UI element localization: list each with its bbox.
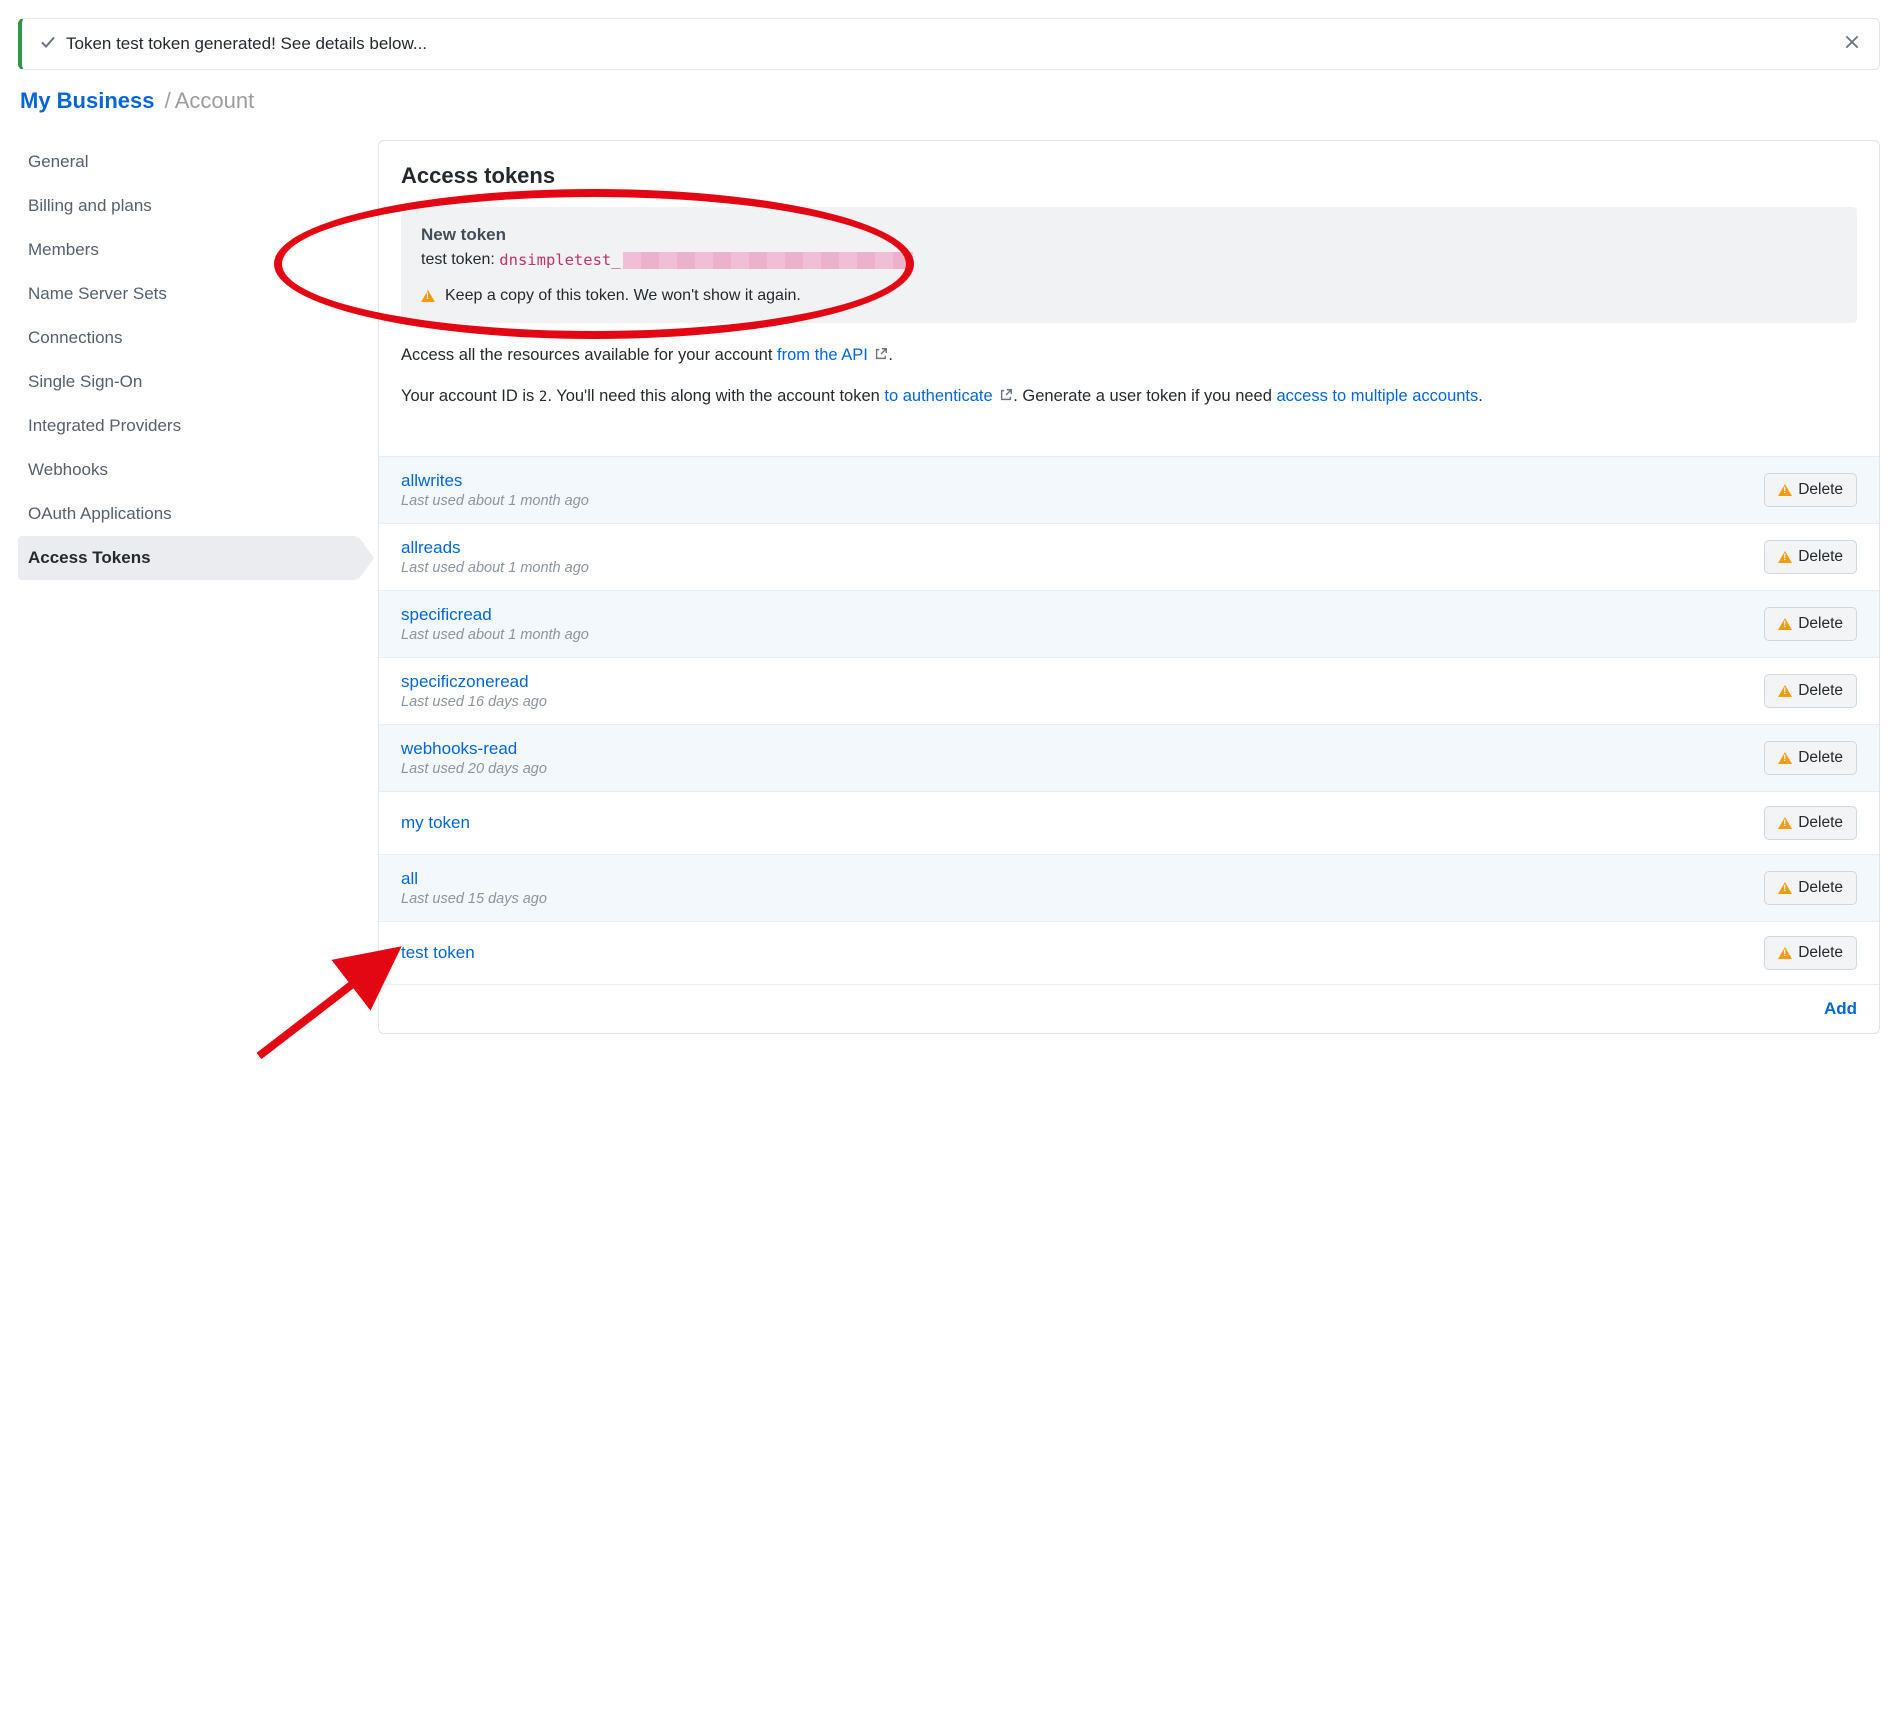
delete-button[interactable]: Delete: [1764, 674, 1857, 708]
token-row: specificzoneread Last used 16 days ago Del…: [379, 658, 1879, 725]
token-row: all Last used 15 days ago Delete: [379, 855, 1879, 922]
success-alert: Token test token generated! See details …: [18, 18, 1880, 70]
token-row: allreads Last used about 1 month ago Delet…: [379, 524, 1879, 591]
breadcrumb: My Business /Account: [18, 88, 1880, 114]
delete-button[interactable]: Delete: [1764, 540, 1857, 574]
sidebar-item-providers[interactable]: Integrated Providers: [18, 404, 358, 448]
sidebar-item-connections[interactable]: Connections: [18, 316, 358, 360]
delete-label: Delete: [1798, 879, 1843, 897]
sidebar-item-members[interactable]: Members: [18, 228, 358, 272]
delete-label: Delete: [1798, 814, 1843, 832]
token-list: allwrites Last used about 1 month ago Dele…: [379, 456, 1879, 985]
delete-label: Delete: [1798, 944, 1843, 962]
warning-icon: [1778, 551, 1792, 563]
new-token-label: test token:: [421, 251, 495, 268]
warning-icon: [1778, 618, 1792, 630]
token-name-link[interactable]: test token: [401, 943, 475, 963]
link-from-api[interactable]: from the API: [777, 346, 888, 364]
warning-icon: [1778, 752, 1792, 764]
desc-account-id: Your account ID is 2. You'll need this a…: [401, 384, 1857, 411]
delete-label: Delete: [1798, 481, 1843, 499]
warning-icon: [1778, 484, 1792, 496]
delete-label: Delete: [1798, 615, 1843, 633]
sidebar-item-general[interactable]: General: [18, 140, 358, 184]
page-title: Access tokens: [401, 163, 1857, 189]
token-secret-redacted: [623, 252, 913, 269]
close-icon[interactable]: [1843, 33, 1861, 55]
token-name-link[interactable]: specificzoneread: [401, 672, 547, 692]
token-name-link[interactable]: allreads: [401, 538, 589, 558]
warning-icon: [1778, 685, 1792, 697]
token-name-link[interactable]: my token: [401, 813, 470, 833]
breadcrumb-current: Account: [175, 88, 255, 113]
desc-api: Access all the resources available for y…: [401, 343, 1857, 370]
token-name-link[interactable]: webhooks-read: [401, 739, 547, 759]
sidebar-item-sso[interactable]: Single Sign-On: [18, 360, 358, 404]
token-secret-prefix: dnsimpletest_: [499, 251, 620, 269]
token-warning-text: Keep a copy of this token. We won't show…: [445, 287, 801, 305]
new-token-box: New token test token: dnsimpletest_ Keep…: [401, 207, 1857, 323]
token-name-link[interactable]: specificread: [401, 605, 589, 625]
delete-label: Delete: [1798, 548, 1843, 566]
external-link-icon: [999, 385, 1013, 411]
delete-label: Delete: [1798, 749, 1843, 767]
token-meta: Last used about 1 month ago: [401, 493, 589, 509]
sidebar: General Billing and plans Members Name S…: [18, 140, 358, 1034]
link-multiple-accounts[interactable]: access to multiple accounts: [1277, 387, 1479, 405]
link-authenticate[interactable]: to authenticate: [884, 387, 1013, 405]
delete-button[interactable]: Delete: [1764, 806, 1857, 840]
token-row: my token Delete: [379, 792, 1879, 855]
token-meta: Last used 16 days ago: [401, 694, 547, 710]
delete-button[interactable]: Delete: [1764, 936, 1857, 970]
breadcrumb-root[interactable]: My Business: [20, 88, 155, 113]
sidebar-item-tokens[interactable]: Access Tokens: [18, 536, 358, 580]
sidebar-item-webhooks[interactable]: Webhooks: [18, 448, 358, 492]
delete-button[interactable]: Delete: [1764, 473, 1857, 507]
new-token-title: New token: [421, 225, 1837, 245]
token-name-link[interactable]: all: [401, 869, 547, 889]
warning-icon: [1778, 947, 1792, 959]
external-link-icon: [874, 344, 888, 370]
alert-text: Token test token generated! See details …: [66, 34, 427, 54]
token-row: specificread Last used about 1 month ago D…: [379, 591, 1879, 658]
add-button[interactable]: Add: [1824, 999, 1857, 1019]
token-row: allwrites Last used about 1 month ago Dele…: [379, 457, 1879, 524]
sidebar-item-billing[interactable]: Billing and plans: [18, 184, 358, 228]
delete-label: Delete: [1798, 682, 1843, 700]
sidebar-item-oauth[interactable]: OAuth Applications: [18, 492, 358, 536]
delete-button[interactable]: Delete: [1764, 741, 1857, 775]
warning-icon: [1778, 882, 1792, 894]
breadcrumb-sep: /: [165, 88, 171, 113]
sidebar-item-nameserver[interactable]: Name Server Sets: [18, 272, 358, 316]
token-meta: Last used about 1 month ago: [401, 627, 589, 643]
token-row: test token Delete: [379, 922, 1879, 985]
check-icon: [40, 34, 56, 55]
token-row: webhooks-read Last used 20 days ago Delete: [379, 725, 1879, 792]
token-meta: Last used 20 days ago: [401, 761, 547, 777]
token-meta: Last used about 1 month ago: [401, 560, 589, 576]
token-name-link[interactable]: allwrites: [401, 471, 589, 491]
delete-button[interactable]: Delete: [1764, 871, 1857, 905]
main-panel: Access tokens New token test token: dnsi…: [378, 140, 1880, 1034]
delete-button[interactable]: Delete: [1764, 607, 1857, 641]
token-meta: Last used 15 days ago: [401, 891, 547, 907]
warning-icon: [1778, 817, 1792, 829]
warning-icon: [421, 290, 435, 302]
